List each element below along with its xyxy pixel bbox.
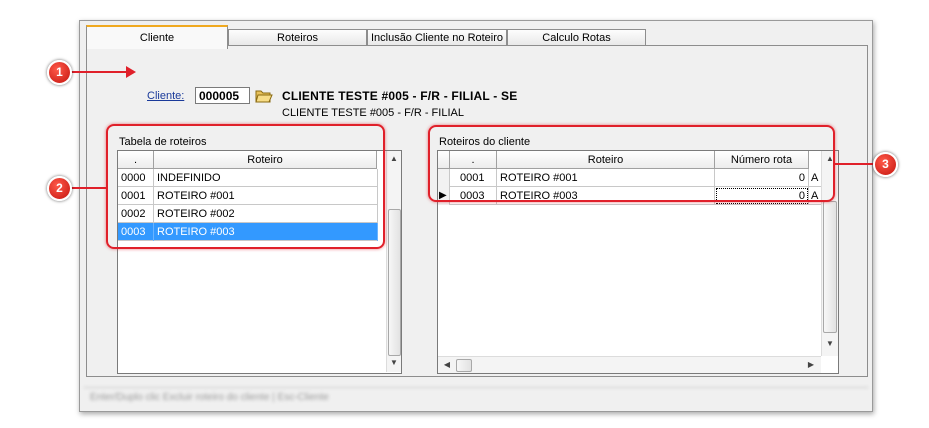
scroll-left-arrow-icon[interactable]: ◀ [440,360,454,369]
scroll-down-arrow-icon[interactable]: ▼ [823,339,837,348]
client-name-subtitle: CLIENTE TESTE #005 - F/R - FILIAL [282,107,464,119]
status-bar: Enter/Duplo clic Excluir roteiro do clie… [84,387,868,408]
scroll-up-arrow-icon[interactable]: ▲ [387,154,401,163]
callout-marker-2: 2 [47,176,72,201]
callout-marker-1: 1 [47,60,72,85]
callout-marker-3: 3 [873,152,898,177]
highlight-client-routes [428,125,835,202]
client-label: Cliente: [147,90,185,102]
callout-3-line [833,163,876,165]
callout-1-line [71,71,131,73]
scroll-right-arrow-icon[interactable]: ▶ [804,360,818,369]
scroll-down-arrow-icon[interactable]: ▼ [387,358,401,367]
horizontal-scroll-thumb[interactable] [456,359,472,372]
tab-cliente[interactable]: Cliente [86,25,228,49]
callout-1-arrow-icon [126,66,136,78]
scroll-thumb[interactable] [823,201,837,333]
client-code-field[interactable]: 000005 [195,87,250,104]
highlight-routes-table [106,124,385,249]
status-text: Enter/Duplo clic Excluir roteiro do clie… [90,392,329,403]
routes-vertical-scrollbar[interactable]: ▲ ▼ [386,151,401,372]
client-routes-horizontal-scrollbar[interactable]: ◀ ▶ [438,356,821,373]
scroll-thumb[interactable] [388,209,401,356]
client-name-title: CLIENTE TESTE #005 - F/R - FILIAL - SE [282,89,518,103]
open-folder-icon[interactable] [255,88,273,104]
callout-2-line [69,187,108,189]
